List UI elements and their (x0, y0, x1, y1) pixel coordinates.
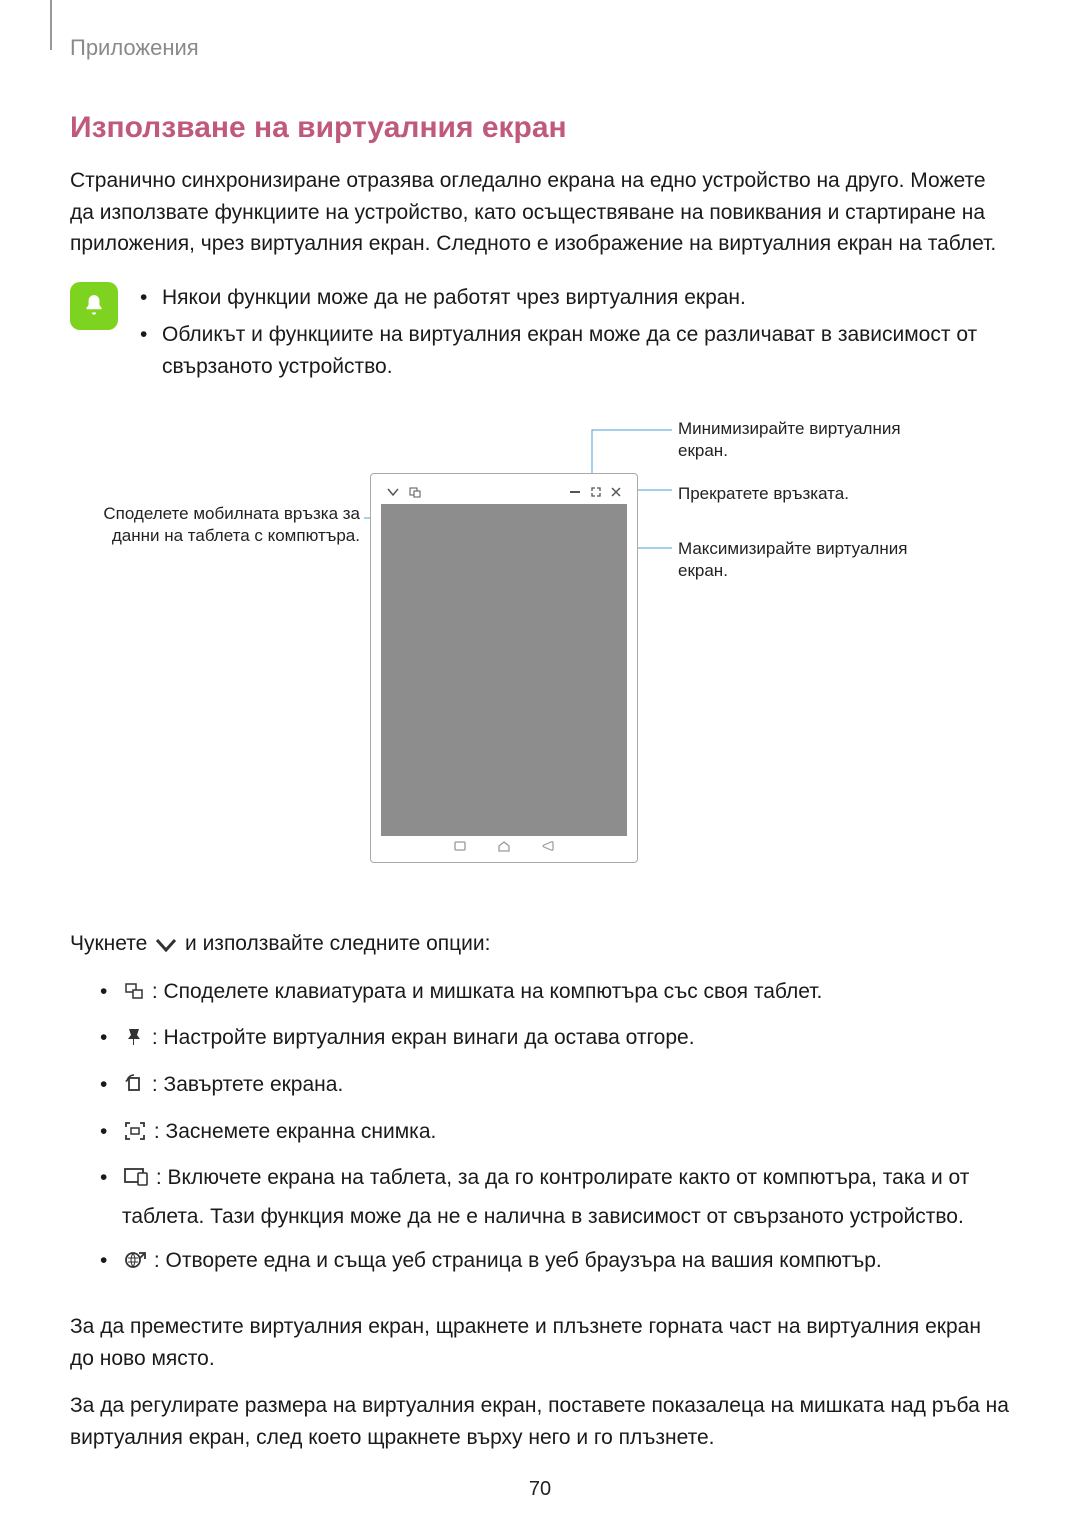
note-item-2: Обликът и функциите на виртуалния екран … (140, 319, 1010, 382)
virtual-screen-diagram: Споделете мобилната връзка за данни на т… (70, 418, 1010, 898)
chevron-down-icon (387, 487, 399, 497)
option-screenshot: : Заснемете екранна снимка. (100, 1114, 1010, 1153)
tablet-navbar (371, 840, 637, 854)
page-number: 70 (0, 1478, 1080, 1501)
bell-icon (81, 293, 107, 319)
breadcrumb: Приложения (70, 35, 1010, 61)
chevron-down-bold-icon (155, 931, 177, 964)
tablet-screen (381, 522, 627, 836)
share-km-icon (124, 977, 144, 1013)
tap-line: Чукнете и използвайте следните опции: (70, 928, 1010, 964)
maximize-icon (591, 487, 601, 497)
tap-line-pre: Чукнете (70, 932, 153, 955)
minimize-icon (570, 491, 580, 493)
tablet-frame (370, 473, 638, 863)
option-text-4: : Заснемете екранна снимка. (154, 1120, 437, 1143)
option-text-1: : Споделете клавиатурата и мишката на ко… (152, 980, 823, 1003)
paragraph-move: За да преместите виртуалния екран, щракн… (70, 1311, 1010, 1374)
option-text-3: : Завъртете екрана. (152, 1073, 343, 1096)
option-always-on-top: : Настройте виртуалния екран винаги да о… (100, 1020, 1010, 1059)
paragraph-resize: За да регулирате размера на виртуалния е… (70, 1390, 1010, 1453)
options-list: : Споделете клавиатурата и мишката на ко… (70, 974, 1010, 1282)
option-share-input: : Споделете клавиатурата и мишката на ко… (100, 974, 1010, 1013)
tablet-topbar (387, 484, 627, 500)
note-list: Някои функции може да не работят чрез ви… (140, 282, 1010, 389)
header-vertical-rule (50, 0, 52, 50)
option-enable-tablet-screen: : Включете екрана на таблета, за да го к… (100, 1160, 1010, 1234)
pin-icon (124, 1023, 144, 1059)
back-icon (541, 840, 555, 852)
tablet-status-strip (381, 504, 627, 522)
globe-arrow-icon (124, 1246, 146, 1282)
option-text-6: : Отворете една и съща уеб страница в уе… (154, 1249, 882, 1272)
option-text-5: : Включете екрана на таблета, за да го к… (122, 1166, 969, 1228)
screenshot-icon (124, 1117, 146, 1153)
close-icon (611, 487, 621, 497)
share-icon (409, 486, 421, 498)
home-icon (497, 840, 511, 852)
option-open-webpage: : Отворете една и съща уеб страница в уе… (100, 1243, 1010, 1282)
section-title: Използване на виртуалния екран (70, 111, 1010, 145)
tablet-on-icon (124, 1163, 148, 1199)
recent-icon (453, 840, 467, 852)
manual-page: Приложения Използване на виртуалния екра… (0, 0, 1080, 1529)
note-block: Някои функции може да не работят чрез ви… (70, 282, 1010, 389)
tap-line-post: и използвайте следните опции: (185, 932, 490, 955)
rotate-icon (124, 1070, 144, 1106)
option-text-2: : Настройте виртуалния екран винаги да о… (152, 1026, 695, 1049)
note-icon (70, 282, 118, 330)
option-rotate: : Завъртете екрана. (100, 1067, 1010, 1106)
note-item-1: Някои функции може да не работят чрез ви… (140, 282, 1010, 314)
intro-paragraph: Странично синхронизиране отразява огледа… (70, 165, 1010, 260)
